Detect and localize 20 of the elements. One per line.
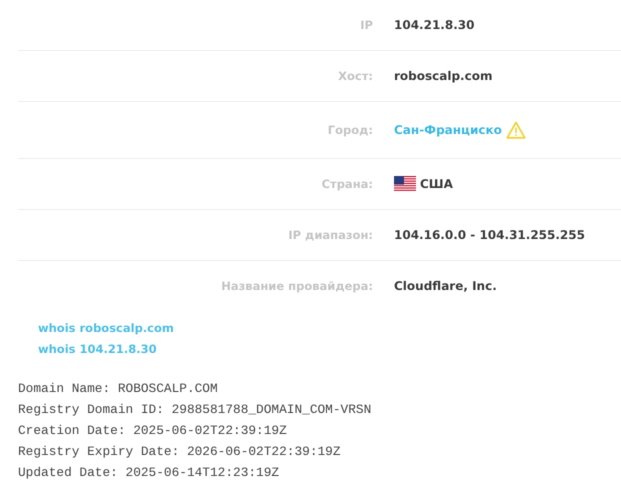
flag-icon xyxy=(394,176,416,192)
field-label: Хост: xyxy=(337,69,373,83)
whois-record-line: Domain Name: ROBOSCALP.COM xyxy=(18,380,219,398)
field-label: Город: xyxy=(326,123,373,137)
field-label: Название провайдера: xyxy=(220,279,373,293)
field-value: Cloudflare, Inc. xyxy=(394,279,497,293)
whois-record-line: Creation Date: 2025-06-02T22:39:19Z xyxy=(18,422,288,440)
whois-record-line: Registry Domain ID: 2988581788_DOMAIN_COM-VRSN xyxy=(18,401,372,419)
field-label: IP диапазон: xyxy=(287,228,373,242)
field-value: США xyxy=(420,177,453,191)
whois-link[interactable]: whois roboscalp.com xyxy=(38,319,174,337)
city-link[interactable]: Сан-Франциско xyxy=(394,123,502,137)
field-value: roboscalp.com xyxy=(394,69,492,83)
whois-record-line: Registry Expiry Date: 2026-06-02T22:39:19Z xyxy=(18,443,342,461)
whois-record-line: Updated Date: 2025-06-14T12:23:19Z xyxy=(18,464,280,482)
field-value: 104.21.8.30 xyxy=(394,18,474,32)
field-label: IP xyxy=(359,18,373,32)
whois-link[interactable]: whois 104.21.8.30 xyxy=(38,340,157,358)
field-label: Страна: xyxy=(320,177,373,191)
field-value: 104.16.0.0 - 104.31.255.255 xyxy=(394,228,585,242)
